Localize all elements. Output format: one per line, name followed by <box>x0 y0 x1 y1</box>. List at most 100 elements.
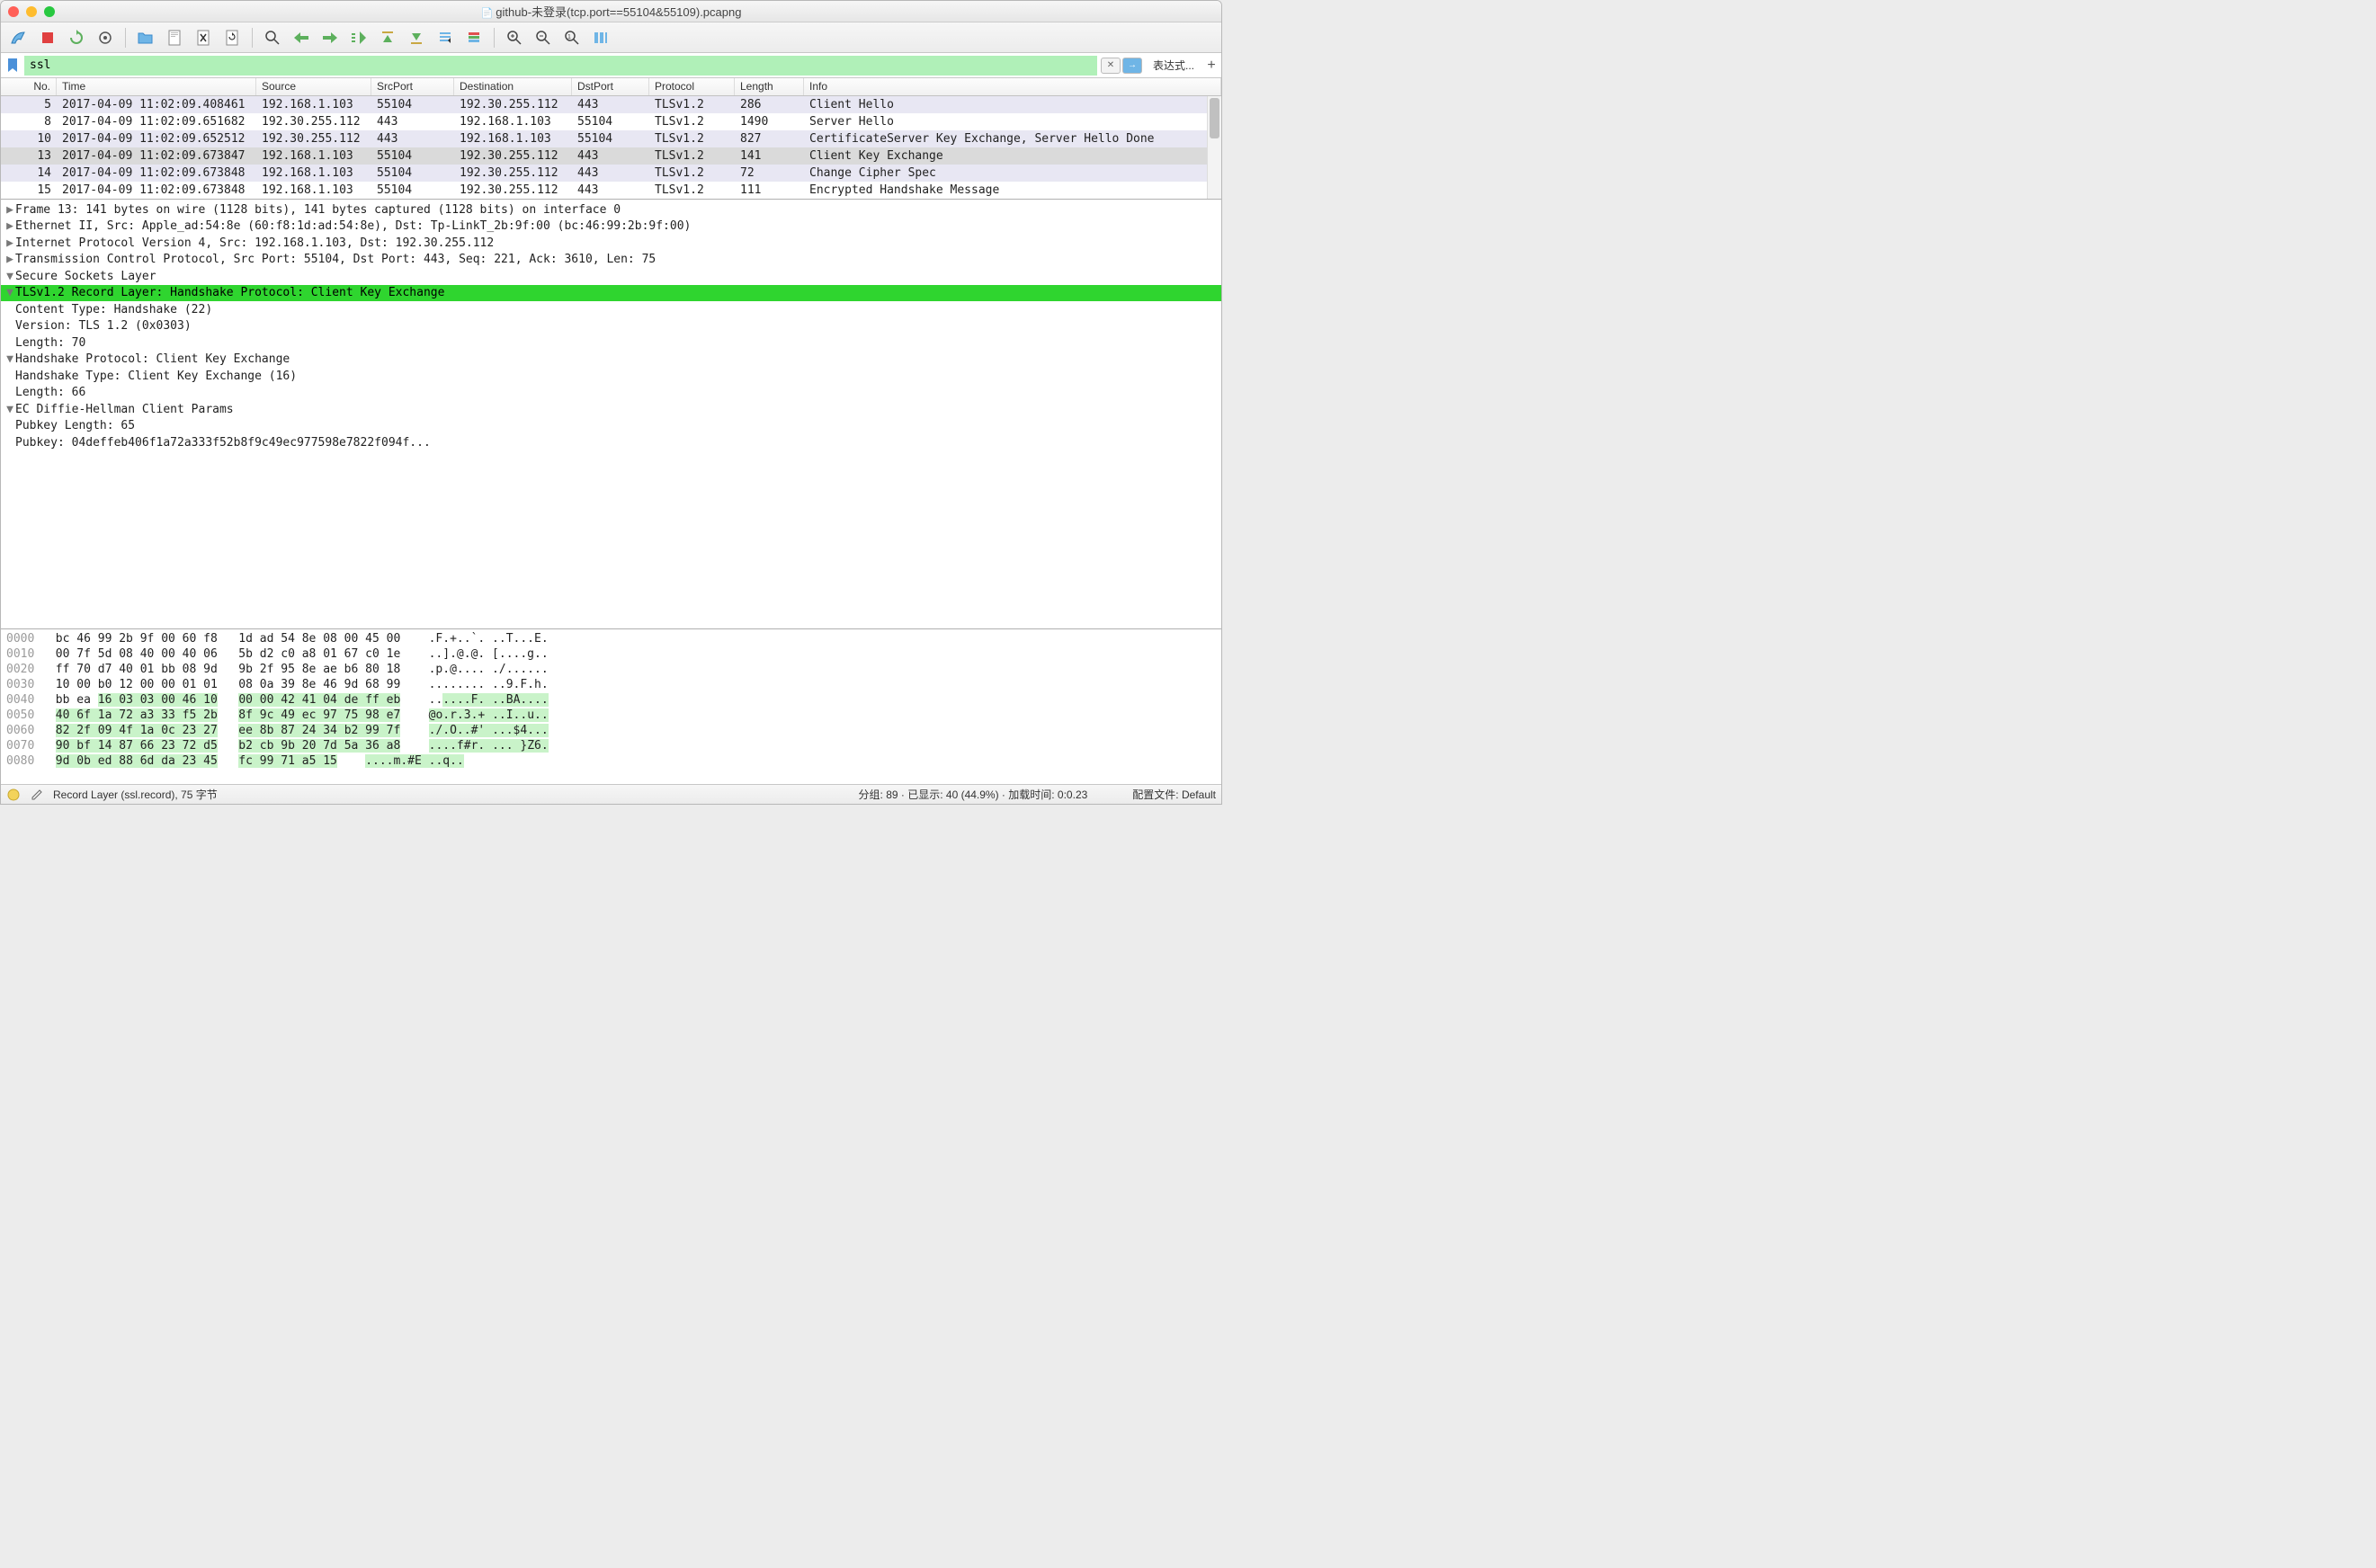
expand-toggle-icon[interactable]: ▼ <box>4 403 15 416</box>
shark-fin-icon[interactable] <box>6 25 31 50</box>
packet-list-body[interactable]: 52017-04-09 11:02:09.408461192.168.1.103… <box>1 96 1221 199</box>
tree-row[interactable]: ▼Secure Sockets Layer <box>1 268 1221 285</box>
go-first-button[interactable] <box>375 25 400 50</box>
expand-toggle-icon[interactable]: ▼ <box>4 352 15 366</box>
apply-filter-button[interactable]: → <box>1122 58 1142 74</box>
stop-capture-button[interactable] <box>35 25 60 50</box>
expand-toggle-icon[interactable] <box>4 386 15 399</box>
hex-line[interactable]: 0080 9d 0b ed 88 6d da 23 45 fc 99 71 a5… <box>6 753 1216 769</box>
hex-line[interactable]: 0030 10 00 b0 12 00 00 01 01 08 0a 39 8e… <box>6 677 1216 692</box>
toolbar-sep <box>252 28 253 48</box>
expand-toggle-icon[interactable]: ▶ <box>4 203 15 217</box>
packet-row[interactable]: 152017-04-09 11:02:09.673848192.168.1.10… <box>1 182 1221 199</box>
packet-list-header[interactable]: No. Time Source SrcPort Destination DstP… <box>1 78 1221 96</box>
tree-label: Length: 70 <box>15 336 85 350</box>
find-packet-button[interactable] <box>260 25 285 50</box>
minimize-window-button[interactable] <box>26 6 37 17</box>
close-file-button[interactable] <box>191 25 216 50</box>
packet-row[interactable]: 142017-04-09 11:02:09.673848192.168.1.10… <box>1 165 1221 182</box>
hex-line[interactable]: 0010 00 7f 5d 08 40 00 40 06 5b d2 c0 a8… <box>6 646 1216 662</box>
tree-row[interactable]: ▶Internet Protocol Version 4, Src: 192.1… <box>1 235 1221 252</box>
zoom-in-button[interactable] <box>502 25 527 50</box>
tree-row[interactable]: ▶Transmission Control Protocol, Src Port… <box>1 252 1221 269</box>
open-file-button[interactable] <box>133 25 158 50</box>
tree-row[interactable]: Content Type: Handshake (22) <box>1 301 1221 318</box>
hex-line[interactable]: 0040 bb ea 16 03 03 00 46 10 00 00 42 41… <box>6 692 1216 708</box>
packet-row[interactable]: 102017-04-09 11:02:09.652512192.30.255.1… <box>1 130 1221 147</box>
clear-filter-button[interactable]: ✕ <box>1101 58 1121 74</box>
go-to-packet-button[interactable] <box>346 25 371 50</box>
tree-row[interactable]: Pubkey Length: 65 <box>1 418 1221 435</box>
zoom-out-button[interactable] <box>531 25 556 50</box>
expand-toggle-icon[interactable] <box>4 303 15 316</box>
go-last-button[interactable] <box>404 25 429 50</box>
resize-columns-button[interactable] <box>588 25 613 50</box>
hex-line[interactable]: 0000 bc 46 99 2b 9f 00 60 f8 1d ad 54 8e… <box>6 631 1216 646</box>
close-window-button[interactable] <box>8 6 19 17</box>
capture-options-button[interactable] <box>93 25 118 50</box>
status-bar: Record Layer (ssl.record), 75 字节 分组: 89 … <box>1 784 1221 804</box>
tree-label: Version: TLS 1.2 (0x0303) <box>15 319 192 333</box>
restart-capture-button[interactable] <box>64 25 89 50</box>
tree-label: Frame 13: 141 bytes on wire (1128 bits),… <box>15 203 621 217</box>
col-no[interactable]: No. <box>1 78 57 95</box>
go-forward-button[interactable] <box>317 25 343 50</box>
packet-row[interactable]: 132017-04-09 11:02:09.673847192.168.1.10… <box>1 147 1221 165</box>
col-dstport[interactable]: DstPort <box>572 78 649 95</box>
expand-toggle-icon[interactable]: ▼ <box>4 270 15 283</box>
col-length[interactable]: Length <box>735 78 804 95</box>
expand-toggle-icon[interactable]: ▼ <box>4 286 15 299</box>
tree-row[interactable]: Handshake Type: Client Key Exchange (16) <box>1 368 1221 385</box>
col-destination[interactable]: Destination <box>454 78 572 95</box>
tree-row[interactable]: Length: 66 <box>1 385 1221 402</box>
add-filter-button[interactable]: + <box>1201 56 1221 76</box>
expression-button[interactable]: 表达式... <box>1146 56 1201 76</box>
hex-line[interactable]: 0020 ff 70 d7 40 01 bb 08 9d 9b 2f 95 8e… <box>6 662 1216 677</box>
col-srcport[interactable]: SrcPort <box>371 78 454 95</box>
col-time[interactable]: Time <box>57 78 256 95</box>
tree-row[interactable]: Length: 70 <box>1 334 1221 352</box>
display-filter-input[interactable] <box>24 56 1097 76</box>
window-title: github-未登录(tcp.port==55104&55109).pcapng <box>1 3 1221 20</box>
packet-row[interactable]: 52017-04-09 11:02:09.408461192.168.1.103… <box>1 96 1221 113</box>
expert-info-button[interactable] <box>6 788 21 802</box>
go-back-button[interactable] <box>289 25 314 50</box>
tree-row[interactable]: Version: TLS 1.2 (0x0303) <box>1 318 1221 335</box>
toolbar-sep <box>494 28 495 48</box>
tree-row[interactable]: ▼ TLSv1.2 Record Layer: Handshake Protoc… <box>1 285 1221 302</box>
packet-details-pane[interactable]: ▶Frame 13: 141 bytes on wire (1128 bits)… <box>1 200 1221 629</box>
tree-row[interactable]: ▶Frame 13: 141 bytes on wire (1128 bits)… <box>1 201 1221 218</box>
zoom-window-button[interactable] <box>44 6 55 17</box>
hex-line[interactable]: 0050 40 6f 1a 72 a3 33 f5 2b 8f 9c 49 ec… <box>6 708 1216 723</box>
hex-line[interactable]: 0060 82 2f 09 4f 1a 0c 23 27 ee 8b 87 24… <box>6 723 1216 738</box>
packet-row[interactable]: 82017-04-09 11:02:09.651682192.30.255.11… <box>1 113 1221 130</box>
colorize-button[interactable] <box>461 25 487 50</box>
tree-row[interactable]: ▼ EC Diffie-Hellman Client Params <box>1 401 1221 418</box>
expand-toggle-icon[interactable] <box>4 370 15 383</box>
col-protocol[interactable]: Protocol <box>649 78 735 95</box>
col-info[interactable]: Info <box>804 78 1221 95</box>
packet-bytes-pane[interactable]: 0000 bc 46 99 2b 9f 00 60 f8 1d ad 54 8e… <box>1 629 1221 784</box>
packet-list-scrollbar[interactable] <box>1207 96 1221 199</box>
bookmark-icon[interactable] <box>4 57 21 75</box>
zoom-reset-button[interactable]: 1 <box>559 25 585 50</box>
tree-row[interactable]: ▶Ethernet II, Src: Apple_ad:54:8e (60:f8… <box>1 218 1221 236</box>
expand-toggle-icon[interactable] <box>4 419 15 432</box>
expand-toggle-icon[interactable] <box>4 336 15 350</box>
expand-toggle-icon[interactable] <box>4 436 15 450</box>
tree-row[interactable]: Pubkey: 04deffeb406f1a72a333f52b8f9c49ec… <box>1 434 1221 451</box>
tree-label: Internet Protocol Version 4, Src: 192.16… <box>15 236 494 250</box>
col-source[interactable]: Source <box>256 78 371 95</box>
hex-line[interactable]: 0070 90 bf 14 87 66 23 72 d5 b2 cb 9b 20… <box>6 738 1216 753</box>
expand-toggle-icon[interactable]: ▶ <box>4 219 15 233</box>
edit-comment-button[interactable] <box>30 788 44 802</box>
save-file-button[interactable] <box>162 25 187 50</box>
scrollbar-thumb[interactable] <box>1210 98 1219 138</box>
expand-toggle-icon[interactable]: ▶ <box>4 253 15 266</box>
tree-label: TLSv1.2 Record Layer: Handshake Protocol… <box>15 286 444 299</box>
auto-scroll-button[interactable] <box>433 25 458 50</box>
expand-toggle-icon[interactable] <box>4 319 15 333</box>
reload-file-button[interactable] <box>219 25 245 50</box>
tree-row[interactable]: ▼ Handshake Protocol: Client Key Exchang… <box>1 352 1221 369</box>
expand-toggle-icon[interactable]: ▶ <box>4 236 15 250</box>
